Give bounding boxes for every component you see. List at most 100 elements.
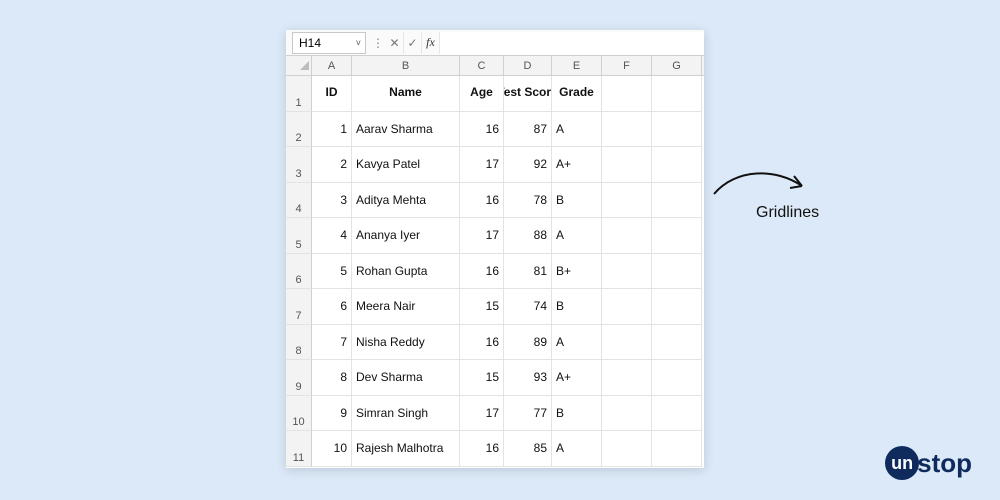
col-header-e[interactable]: E [552,56,602,75]
row-header[interactable]: 9 [286,360,312,396]
cancel-formula-button[interactable]: ✕ [386,32,404,54]
col-header-g[interactable]: G [652,56,702,75]
cell-score[interactable]: 74 [504,289,552,325]
cell-score[interactable]: 87 [504,112,552,148]
cell-empty[interactable] [652,218,702,254]
cell-empty[interactable] [602,289,652,325]
cell-header-age[interactable]: Age [460,76,504,112]
cell-age[interactable]: 15 [460,289,504,325]
col-header-d[interactable]: D [504,56,552,75]
cell-empty[interactable] [602,396,652,432]
cell-id[interactable]: 5 [312,254,352,290]
cell-grade[interactable]: B [552,396,602,432]
name-box[interactable]: H14 ˅ [292,32,366,54]
cell-score[interactable]: 78 [504,183,552,219]
select-all-corner[interactable] [286,56,312,75]
cell-id[interactable]: 7 [312,325,352,361]
cell-grade[interactable]: B [552,183,602,219]
cell-empty[interactable] [652,254,702,290]
cell-age[interactable]: 16 [460,112,504,148]
cell-name[interactable]: Nisha Reddy [352,325,460,361]
cell-id[interactable]: 1 [312,112,352,148]
cell-age[interactable]: 16 [460,431,504,467]
col-header-c[interactable]: C [460,56,504,75]
cell-name[interactable]: Aditya Mehta [352,183,460,219]
row-header[interactable]: 4 [286,183,312,219]
cell-empty[interactable] [602,76,652,112]
cell-id[interactable]: 2 [312,147,352,183]
cell-empty[interactable] [602,360,652,396]
cell-id[interactable]: 6 [312,289,352,325]
cell-id[interactable]: 9 [312,396,352,432]
insert-function-button[interactable]: fx [422,32,440,54]
cell-grade[interactable]: A+ [552,147,602,183]
cell-score[interactable]: 89 [504,325,552,361]
cell-grade[interactable]: B+ [552,254,602,290]
cell-name[interactable]: Dev Sharma [352,360,460,396]
cell-id[interactable]: 8 [312,360,352,396]
cell-name[interactable]: Kavya Patel [352,147,460,183]
formula-input[interactable] [440,32,704,54]
col-header-a[interactable]: A [312,56,352,75]
worksheet[interactable]: A B C D E F G 1 ID Name Age Test Score G… [286,56,704,468]
cell-age[interactable]: 16 [460,325,504,361]
row-header[interactable]: 7 [286,289,312,325]
row-header[interactable]: 1 [286,76,312,112]
col-header-f[interactable]: F [602,56,652,75]
cell-empty[interactable] [652,289,702,325]
row-header[interactable]: 5 [286,218,312,254]
cell-id[interactable]: 4 [312,218,352,254]
cell-grade[interactable]: A [552,325,602,361]
row-header[interactable]: 2 [286,112,312,148]
cell-id[interactable]: 3 [312,183,352,219]
cell-empty[interactable] [602,183,652,219]
cell-header-grade[interactable]: Grade [552,76,602,112]
enter-formula-button[interactable]: ✓ [404,32,422,54]
cell-age[interactable]: 16 [460,183,504,219]
cell-header-id[interactable]: ID [312,76,352,112]
cell-score[interactable]: 88 [504,218,552,254]
cell-grade[interactable]: A+ [552,360,602,396]
cell-empty[interactable] [602,218,652,254]
cell-grade[interactable]: A [552,218,602,254]
cell-grade[interactable]: A [552,112,602,148]
cell-empty[interactable] [602,325,652,361]
cell-score[interactable]: 92 [504,147,552,183]
cell-empty[interactable] [602,254,652,290]
row-header[interactable]: 10 [286,396,312,432]
cell-empty[interactable] [602,147,652,183]
cell-age[interactable]: 16 [460,254,504,290]
cell-score[interactable]: 93 [504,360,552,396]
cell-empty[interactable] [652,325,702,361]
cell-empty[interactable] [602,112,652,148]
cell-age[interactable]: 17 [460,218,504,254]
cell-name[interactable]: Meera Nair [352,289,460,325]
cell-header-score[interactable]: Test Score [504,76,552,112]
row-header[interactable]: 3 [286,147,312,183]
col-header-b[interactable]: B [352,56,460,75]
row-header[interactable]: 8 [286,325,312,361]
cell-empty[interactable] [652,360,702,396]
cell-age[interactable]: 15 [460,360,504,396]
cell-empty[interactable] [652,147,702,183]
cell-empty[interactable] [602,431,652,467]
row-header[interactable]: 6 [286,254,312,290]
cell-empty[interactable] [652,396,702,432]
cell-score[interactable]: 81 [504,254,552,290]
cell-empty[interactable] [652,76,702,112]
cell-name[interactable]: Aarav Sharma [352,112,460,148]
cell-name[interactable]: Rohan Gupta [352,254,460,290]
cell-empty[interactable] [652,112,702,148]
cell-score[interactable]: 77 [504,396,552,432]
cell-header-name[interactable]: Name [352,76,460,112]
cell-id[interactable]: 10 [312,431,352,467]
cell-score[interactable]: 85 [504,431,552,467]
cell-empty[interactable] [652,431,702,467]
cell-grade[interactable]: A [552,431,602,467]
cell-empty[interactable] [652,183,702,219]
cell-grade[interactable]: B [552,289,602,325]
row-header[interactable]: 11 [286,431,312,467]
cell-age[interactable]: 17 [460,147,504,183]
cell-name[interactable]: Ananya Iyer [352,218,460,254]
cell-name[interactable]: Rajesh Malhotra [352,431,460,467]
